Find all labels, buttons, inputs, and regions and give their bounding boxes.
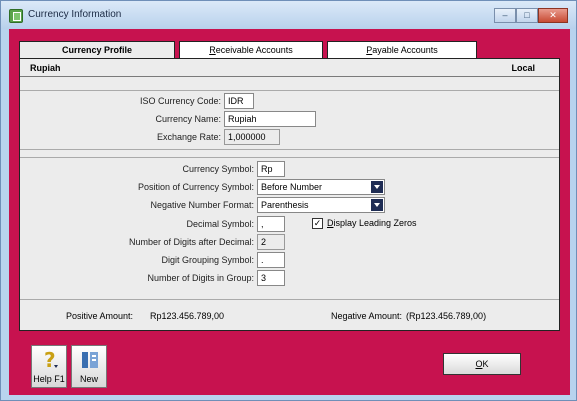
currency-header-name: Rupiah <box>30 63 61 73</box>
help-icon: ? <box>44 349 58 371</box>
window-controls: – □ ✕ <box>494 8 568 23</box>
help-button-label: Help F1 <box>33 374 65 384</box>
minimize-icon[interactable]: – <box>494 8 516 23</box>
dialog-client-area: Currency Profile Receivable Accounts Pay… <box>9 29 570 395</box>
ok-label: K <box>482 359 489 369</box>
currency-symbol-label: Currency Symbol: <box>182 164 254 174</box>
chevron-down-icon[interactable] <box>371 181 383 193</box>
maximize-icon[interactable]: □ <box>516 8 538 23</box>
currency-header: Rupiah Local <box>20 59 559 77</box>
tab-label: Currency Profile <box>61 45 133 55</box>
number-format-group: Currency Symbol: Rp Position of Currency… <box>20 157 559 300</box>
negative-format-label: Negative Number Format: <box>150 200 254 210</box>
currency-symbol-field[interactable]: Rp <box>257 161 285 177</box>
positive-amount-label: Positive Amount: <box>66 311 134 321</box>
digits-in-group-label: Number of Digits in Group: <box>147 273 254 283</box>
ok-accel: O <box>475 359 483 369</box>
negative-format-select[interactable]: Parenthesis <box>257 197 385 213</box>
help-button[interactable]: ? Help F1 <box>31 345 67 388</box>
symbol-position-label: Position of Currency Symbol: <box>137 182 254 192</box>
close-icon[interactable]: ✕ <box>538 8 568 23</box>
currency-information-window: Currency Information – □ ✕ Currency Prof… <box>0 0 577 401</box>
digits-in-group-field[interactable]: 3 <box>257 270 285 286</box>
display-leading-zeros-checkbox[interactable]: ✓ <box>312 218 323 229</box>
grouping-symbol-label: Digit Grouping Symbol: <box>161 255 254 265</box>
negative-amount-label: Negative Amount: <box>331 311 403 321</box>
svg-text:?: ? <box>44 349 56 371</box>
negative-format-value: Parenthesis <box>261 200 309 210</box>
positive-amount-value: Rp123.456.789,00 <box>150 311 225 321</box>
exchange-rate-field: 1,000000 <box>224 129 280 145</box>
exchange-rate-label: Exchange Rate: <box>156 132 221 142</box>
currency-header-type: Local <box>511 63 535 73</box>
new-document-icon <box>82 352 98 368</box>
tab-label: eceivable Accounts <box>215 45 293 55</box>
decimal-symbol-field[interactable]: , <box>257 216 285 232</box>
new-button-label: New <box>79 374 98 384</box>
grouping-symbol-field[interactable]: . <box>257 252 285 268</box>
new-button[interactable]: New <box>71 345 107 388</box>
currency-name-field[interactable]: Rupiah <box>224 111 316 127</box>
currency-profile-panel: Rupiah Local ISO Currency Code: IDR Curr… <box>19 58 560 331</box>
display-leading-zeros-label[interactable]: Display Leading Zeros <box>327 218 417 228</box>
tab-label: ayable Accounts <box>372 45 438 55</box>
app-icon <box>9 9 23 23</box>
symbol-position-select[interactable]: Before Number <box>257 179 385 195</box>
tab-payable-accounts[interactable]: Payable Accounts <box>327 41 477 58</box>
chevron-down-icon[interactable] <box>371 199 383 211</box>
negative-amount-value: (Rp123.456.789,00) <box>406 311 487 321</box>
symbol-position-value: Before Number <box>261 182 323 192</box>
checkbox-label-text: isplay Leading Zeros <box>333 218 417 228</box>
iso-code-label: ISO Currency Code: <box>139 96 221 106</box>
tab-receivable-accounts[interactable]: Receivable Accounts <box>179 41 323 58</box>
iso-code-field[interactable]: IDR <box>224 93 254 109</box>
currency-name-label: Currency Name: <box>155 114 221 124</box>
window-title: Currency Information <box>28 9 122 20</box>
tab-currency-profile[interactable]: Currency Profile <box>19 41 175 58</box>
currency-identity-group: ISO Currency Code: IDR Currency Name: Ru… <box>20 90 559 150</box>
digits-after-decimal-label: Number of Digits after Decimal: <box>128 237 254 247</box>
title-bar: Currency Information – □ ✕ <box>1 1 576 29</box>
decimal-symbol-label: Decimal Symbol: <box>186 219 254 229</box>
digits-after-decimal-field[interactable]: 2 <box>257 234 285 250</box>
ok-button[interactable]: OK <box>443 353 521 375</box>
